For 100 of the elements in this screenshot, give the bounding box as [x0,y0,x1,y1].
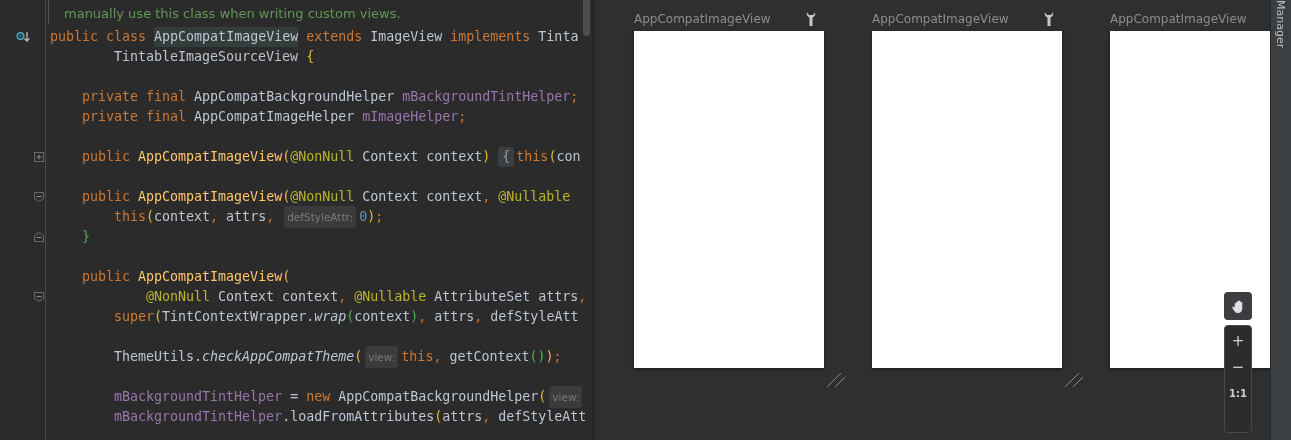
punctuation: , [418,308,427,326]
resize-handle[interactable] [1064,372,1084,388]
type-name: Tinta [538,28,579,46]
keyword: extends [306,28,363,46]
punctuation: , [210,208,219,226]
punctuation: , [266,208,275,226]
punctuation: ; [570,88,579,106]
punctuation: , [578,288,587,306]
doc-comment: manually use this class when writing custom views. [48,0,593,25]
zoom-in-button[interactable]: + [1225,328,1251,354]
keyword: private [82,108,139,126]
field-name: mImageHelper [362,108,459,126]
method-name: AppCompatImageView [138,268,283,286]
keyword: this [516,148,549,166]
bracket: ( [434,408,443,426]
bracket: () [529,348,546,366]
identifier: . [194,348,203,366]
identifier: context [354,308,411,326]
keyword: super [114,308,155,326]
type-name: ImageView [370,28,443,46]
bracket: { [306,48,315,66]
identifier: . [282,408,291,426]
type-name: AttributeSet [434,288,531,306]
keyword: public [82,148,131,166]
annotation: @NonNull [146,288,211,306]
bracket: ) [367,208,376,226]
collapse-icon[interactable] [34,232,44,242]
bracket: ( [146,208,155,226]
wrench-icon[interactable] [806,10,816,27]
punctuation: , [482,408,491,426]
collapse-icon[interactable] [34,292,44,302]
keyword: public [82,268,131,286]
keyword: final [146,88,187,106]
identifier: context [282,288,339,306]
identifier: context [426,148,483,166]
annotation: @NonNull [290,148,355,166]
keyword: public [82,188,131,206]
method-call: wrap [314,308,347,326]
identifier: context [426,188,483,206]
punctuation: ; [375,208,384,226]
punctuation: ; [553,348,562,366]
punctuation: , [482,188,491,206]
parameter-hint: defStyleAttr: [284,206,357,228]
method-call: checkAppCompatTheme [202,348,355,366]
type-name: Context [362,188,419,206]
bracket: ( [346,308,355,326]
keyword: public [50,28,99,46]
pan-button[interactable] [1224,292,1252,320]
wrench-icon[interactable] [1044,10,1054,27]
identifier: getContext [449,348,530,366]
zoom-out-button[interactable]: − [1225,354,1251,380]
scrollbar-thumb[interactable] [583,0,590,36]
annotation: @Nullable [354,288,427,306]
bracket: ( [538,388,547,406]
type-name: TintContextWrapper [162,308,307,326]
annotation: @NonNull [290,188,355,206]
folded-code[interactable]: { [498,147,515,167]
type-name: AppCompatImageHelper [194,108,355,126]
keyword: implements [450,28,531,46]
bracket: } [82,228,90,246]
identifier: . [306,308,315,326]
bracket: ) [410,308,419,326]
identifier: defStyleAtt [498,408,587,426]
identifier: attrs [434,308,475,326]
identifier: defStyleAtt [490,308,579,326]
resize-handle[interactable] [826,372,846,388]
identifier: attrs [538,288,579,306]
keyword: class [106,28,147,46]
expand-icon[interactable] [34,152,44,162]
identifier: context [154,208,211,226]
field-name: mBackgroundTintHelper [114,388,283,406]
type-name: ThemeUtils [114,348,195,366]
tool-window-tab[interactable]: Manager [1274,0,1287,49]
annotation: @Nullable [498,188,571,206]
punctuation: , [474,308,483,326]
keyword: private [82,88,139,106]
device-label: AppCompatImageView [872,11,1009,26]
field-name: mBackgroundTintHelper [402,88,571,106]
identifier: loadFromAttributes [290,408,435,426]
method-name: AppCompatImageView [138,188,283,206]
implements-icon[interactable] [16,31,30,43]
type-name: AppCompatBackgroundHelper [338,388,539,406]
parameter-hint: view: [549,386,583,408]
bracket: ( [354,348,363,366]
bracket: ( [154,308,163,326]
collapse-icon[interactable] [34,192,44,202]
number: 0 [359,208,368,226]
identifier: attrs [226,208,267,226]
identifier: con [556,148,581,166]
type-name: Context [362,148,419,166]
keyword: new [306,388,331,406]
bracket: ( [282,148,291,166]
keyword: final [146,108,187,126]
identifier: attrs [442,408,483,426]
actual-size-button[interactable]: 1:1 [1225,380,1251,406]
keyword: this [401,348,434,366]
device-label: AppCompatImageView [634,11,771,26]
bracket: ) [545,348,554,366]
field-name: mBackgroundTintHelper [114,408,283,426]
punctuation: ; [458,108,467,126]
